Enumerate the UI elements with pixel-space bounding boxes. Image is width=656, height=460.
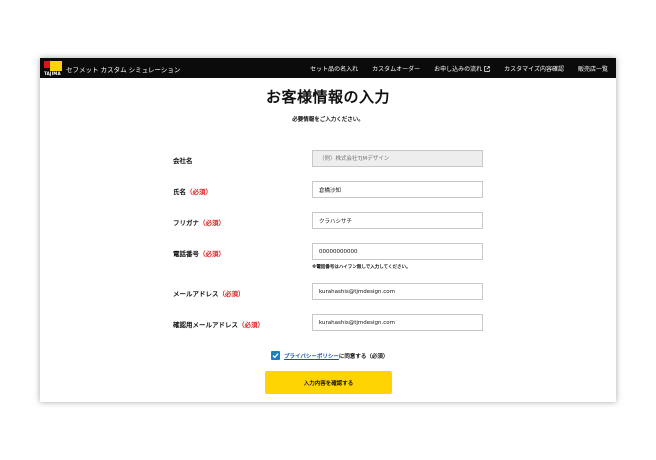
name-label: 氏名（必須） xyxy=(173,188,212,196)
app-title: セフメット カスタム シミュレーション xyxy=(66,66,181,74)
agree-text: に同意する（必須） xyxy=(338,353,389,360)
privacy-policy-link[interactable]: プライバシーポリシー xyxy=(284,352,339,360)
app-window: TAJIMA セフメット カスタム シミュレーション セット品の名入れ カスタム… xyxy=(40,58,616,402)
page-title: お客様情報の入力 xyxy=(265,88,390,106)
email-input[interactable] xyxy=(312,283,483,300)
required-mark: （必須） xyxy=(186,188,212,196)
required-mark: （必須） xyxy=(238,321,264,329)
page-subtitle: 必要情報をご入力ください。 xyxy=(292,117,364,123)
privacy-agreement: プライバシーポリシー に同意する（必須） xyxy=(271,351,388,360)
phone-input[interactable] xyxy=(312,243,483,260)
required-mark: （必須） xyxy=(218,290,245,298)
email-label: メールアドレス（必須） xyxy=(173,290,245,298)
nav-item-flow[interactable]: お申し込みの流れ xyxy=(434,64,490,73)
required-mark: （必須） xyxy=(199,219,225,227)
confirm-input-button[interactable]: 入力内容を確認する xyxy=(265,371,392,394)
company-label: 会社名 xyxy=(173,157,193,165)
required-mark: （必須） xyxy=(199,250,225,258)
nav-item-confirm[interactable]: カスタマイズ内容確認 xyxy=(504,64,564,73)
phone-label: 電話番号（必須） xyxy=(173,250,225,258)
nav-item-custom-order[interactable]: カスタムオーダー xyxy=(372,64,420,73)
external-link-icon xyxy=(484,66,490,72)
privacy-checkbox[interactable] xyxy=(271,351,280,360)
check-icon xyxy=(272,353,279,359)
email-confirm-input[interactable] xyxy=(312,314,483,331)
phone-note: ※電話番号はハイフン無しで入力してください。 xyxy=(312,265,411,270)
furigana-input[interactable] xyxy=(312,212,483,229)
top-navigation-bar: TAJIMA セフメット カスタム シミュレーション セット品の名入れ カスタム… xyxy=(40,58,616,78)
nav-item-set-name[interactable]: セット品の名入れ xyxy=(310,64,358,73)
nav-item-stores[interactable]: 販売店一覧 xyxy=(578,64,608,73)
main-nav: セット品の名入れ カスタムオーダー お申し込みの流れ カスタマイズ内容確認 販売… xyxy=(310,64,608,73)
tajima-logo[interactable]: TAJIMA xyxy=(44,58,62,78)
furigana-label: フリガナ（必須） xyxy=(173,219,225,227)
email-confirm-label: 確認用メールアドレス（必須） xyxy=(173,321,264,329)
name-input[interactable] xyxy=(312,181,483,198)
company-input[interactable] xyxy=(312,150,483,167)
